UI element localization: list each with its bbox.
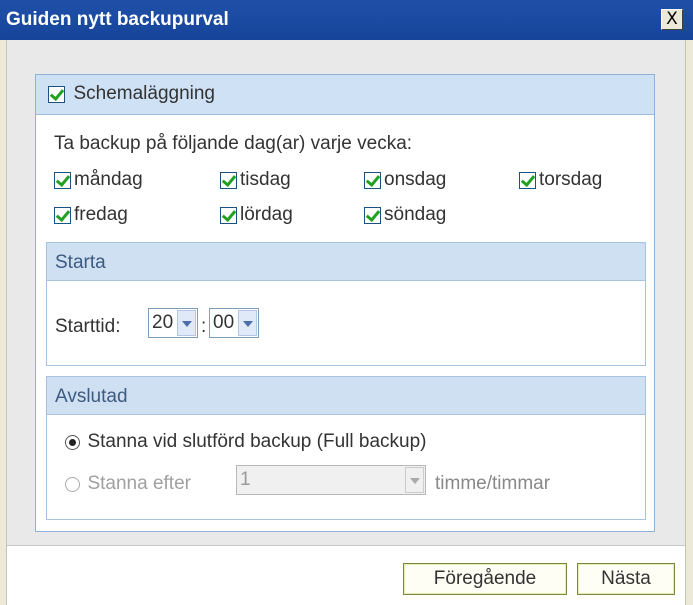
start-time-label: Starttid: (55, 316, 121, 337)
stop-after-label: Stanna efter (87, 473, 191, 494)
end-header: Avslutad (47, 377, 645, 415)
chevron-down-icon[interactable] (405, 467, 424, 493)
next-button[interactable]: Nästa (577, 563, 675, 595)
end-section: Avslutad Stanna vid slutförd backup (Ful… (46, 376, 646, 520)
day-label: tisdag (240, 169, 291, 190)
scheduling-checkbox[interactable] (48, 85, 65, 103)
hour-value: 20 (152, 312, 174, 333)
hours-select[interactable]: 1 (236, 465, 426, 495)
day-label: lördag (240, 204, 293, 225)
wizard-content: Schemaläggning Ta backup på följande dag… (7, 40, 685, 545)
scheduling-label: Schemaläggning (73, 83, 215, 104)
day-label: söndag (384, 204, 447, 225)
window-frame-right (685, 40, 693, 605)
day-monday[interactable]: måndag (54, 169, 143, 191)
window-frame-left (0, 40, 7, 605)
day-sunday[interactable]: söndag (364, 204, 446, 226)
monday-checkbox[interactable] (54, 171, 71, 189)
time-separator: : (201, 316, 207, 337)
day-label: fredag (74, 204, 128, 225)
chevron-down-icon[interactable] (238, 310, 257, 336)
full-backup-label: Stanna vid slutförd backup (Full backup) (87, 431, 427, 452)
minute-select[interactable]: 00 (209, 308, 259, 338)
radio-stop-after[interactable]: Stanna efter (65, 473, 191, 495)
day-label: onsdag (384, 169, 447, 190)
day-label: torsdag (539, 169, 603, 190)
previous-button[interactable]: Föregående (403, 563, 567, 595)
radio-button[interactable] (65, 434, 80, 450)
start-section: Starta Starttid: 20 : 00 (46, 242, 646, 366)
scheduling-header: Schemaläggning (36, 75, 654, 115)
saturday-checkbox[interactable] (220, 206, 237, 224)
day-thursday[interactable]: torsdag (519, 169, 602, 191)
wednesday-checkbox[interactable] (364, 171, 381, 189)
day-saturday[interactable]: lördag (220, 204, 293, 226)
hours-value: 1 (240, 469, 251, 490)
minute-value: 00 (213, 312, 235, 333)
title-bar: Guiden nytt backupurval X (0, 0, 693, 40)
sunday-checkbox[interactable] (364, 206, 381, 224)
hour-select[interactable]: 20 (148, 308, 198, 338)
scheduling-toggle[interactable]: Schemaläggning (48, 83, 215, 105)
hours-unit-label: timme/timmar (435, 473, 551, 494)
day-tuesday[interactable]: tisdag (220, 169, 291, 191)
thursday-checkbox[interactable] (519, 171, 536, 189)
chevron-down-icon[interactable] (177, 310, 196, 336)
scheduling-panel: Schemaläggning Ta backup på följande dag… (35, 74, 655, 532)
radio-button[interactable] (65, 476, 80, 492)
footer-divider (7, 545, 685, 546)
window-title: Guiden nytt backupurval (6, 9, 229, 30)
tuesday-checkbox[interactable] (220, 171, 237, 189)
friday-checkbox[interactable] (54, 206, 71, 224)
day-label: måndag (74, 169, 143, 190)
radio-full-backup[interactable]: Stanna vid slutförd backup (Full backup) (65, 431, 426, 453)
close-button[interactable]: X (661, 9, 683, 30)
day-wednesday[interactable]: onsdag (364, 169, 446, 191)
start-header: Starta (47, 243, 645, 281)
days-description: Ta backup på följande dag(ar) varje veck… (54, 133, 413, 154)
day-friday[interactable]: fredag (54, 204, 128, 226)
